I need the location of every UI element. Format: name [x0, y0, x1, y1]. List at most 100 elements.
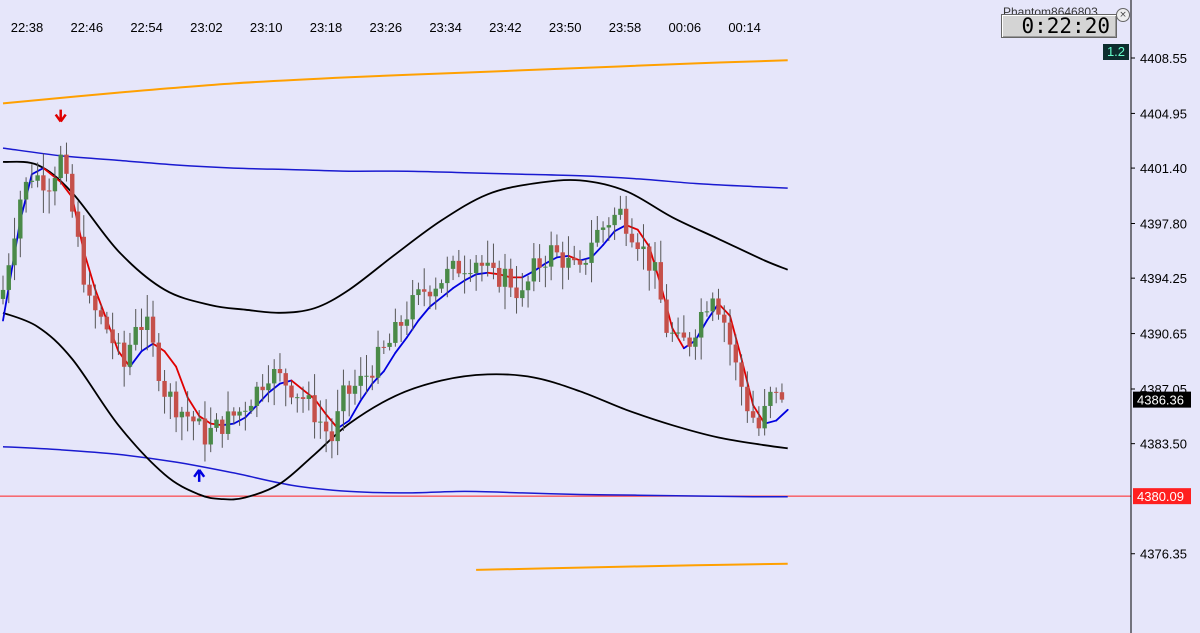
- candle-body: [531, 258, 537, 282]
- price-tick-label: 4376.35: [1140, 547, 1187, 562]
- candle-body: [520, 290, 525, 299]
- candle-body: [681, 332, 687, 338]
- candle-body: [560, 252, 565, 268]
- candle-body: [491, 262, 496, 268]
- time-tick-label: 22:46: [71, 20, 104, 35]
- candle-body: [572, 257, 577, 261]
- candle-body: [41, 175, 46, 191]
- candle-body: [404, 319, 410, 326]
- candle-body: [375, 346, 381, 378]
- candle-body: [23, 181, 29, 200]
- candle-body: [462, 273, 467, 275]
- bar-countdown-timer: 0:22:20: [1001, 14, 1117, 38]
- candle-body: [502, 268, 508, 287]
- candle-body: [81, 236, 86, 285]
- candle-body: [698, 311, 704, 338]
- candle-body: [381, 346, 387, 348]
- candle-body: [329, 431, 335, 442]
- price-tick-label: 4401.40: [1140, 161, 1187, 176]
- candle-body: [168, 391, 173, 397]
- candle-body: [179, 411, 185, 418]
- candle-body: [93, 295, 98, 311]
- candle-body: [612, 214, 617, 226]
- candle-body: [121, 342, 127, 367]
- candle-body: [554, 245, 560, 253]
- candle-body: [710, 298, 715, 312]
- close-icon[interactable]: ×: [1116, 8, 1130, 22]
- candle-body: [104, 316, 110, 330]
- candle-body: [525, 281, 531, 291]
- candle-body: [739, 362, 744, 387]
- candle-body: [116, 342, 121, 344]
- time-tick-label: 23:34: [429, 20, 462, 35]
- candle-body: [658, 262, 663, 300]
- time-tick-label: 23:18: [310, 20, 343, 35]
- candle-body: [295, 397, 300, 399]
- candle-body: [750, 411, 756, 418]
- candle-body: [548, 245, 554, 267]
- candle-body: [150, 316, 156, 343]
- candle-body: [231, 411, 236, 416]
- candle-body: [29, 180, 35, 182]
- candle-body: [508, 268, 513, 288]
- candle-body: [370, 375, 375, 378]
- candle-body: [162, 380, 167, 397]
- candle-body: [70, 173, 75, 212]
- chart-background: [0, 0, 1200, 633]
- candle-body: [289, 385, 294, 398]
- candle-body: [473, 262, 479, 274]
- candle-body: [652, 262, 658, 271]
- candle-body: [635, 242, 640, 250]
- candle-body: [243, 410, 248, 412]
- reference-level-label: 4380.09: [1137, 489, 1184, 504]
- candle-body: [450, 260, 456, 269]
- candle-body: [214, 419, 219, 428]
- candle-body: [387, 342, 392, 347]
- price-chart[interactable]: 22:38 22:46 22:54 23:02 23:10 23:18 23:26 23:34…: [0, 0, 1200, 633]
- candle-body: [687, 337, 692, 347]
- candle-body: [58, 154, 63, 179]
- price-tick-label: 4408.55: [1140, 51, 1187, 66]
- time-tick-label: 00:14: [728, 20, 761, 35]
- candle-body: [704, 311, 710, 313]
- candle-body: [347, 385, 352, 394]
- candle-body: [6, 265, 11, 290]
- time-tick-label: 23:02: [190, 20, 223, 35]
- time-tick-label: 23:42: [489, 20, 522, 35]
- candle-body: [675, 332, 681, 334]
- candle-body: [716, 298, 721, 315]
- candle-body: [254, 386, 260, 406]
- candle-body: [156, 342, 161, 381]
- candle-body: [260, 386, 265, 391]
- candle-body: [768, 391, 773, 406]
- candle-body: [110, 329, 115, 344]
- candle-body: [583, 262, 588, 265]
- candle-body: [75, 211, 81, 237]
- candle-body: [18, 199, 23, 239]
- candle-body: [779, 392, 785, 400]
- candle-body: [756, 417, 762, 429]
- candle-body: [641, 246, 646, 250]
- candle-body: [479, 262, 485, 266]
- candle-body: [0, 289, 6, 299]
- time-tick-label: 00:06: [669, 20, 702, 35]
- candle-body: [393, 322, 398, 343]
- candle-body: [64, 154, 69, 174]
- candle-body: [335, 411, 340, 442]
- candle-body: [485, 262, 490, 266]
- candle-body: [647, 246, 652, 271]
- candle-body: [300, 397, 306, 399]
- candle-body: [358, 375, 363, 386]
- spread-badge: 1.2: [1103, 44, 1129, 60]
- candle-body: [398, 322, 404, 326]
- time-tick-label: 22:38: [11, 20, 44, 35]
- candle-body: [629, 233, 635, 243]
- candle-body: [196, 418, 202, 422]
- price-tick-label: 4397.80: [1140, 217, 1187, 232]
- candle-body: [202, 418, 208, 445]
- candle-body: [600, 227, 606, 230]
- candle-body: [306, 395, 312, 399]
- candle-body: [595, 229, 600, 243]
- candle-body: [693, 337, 698, 347]
- candle-body: [433, 288, 438, 297]
